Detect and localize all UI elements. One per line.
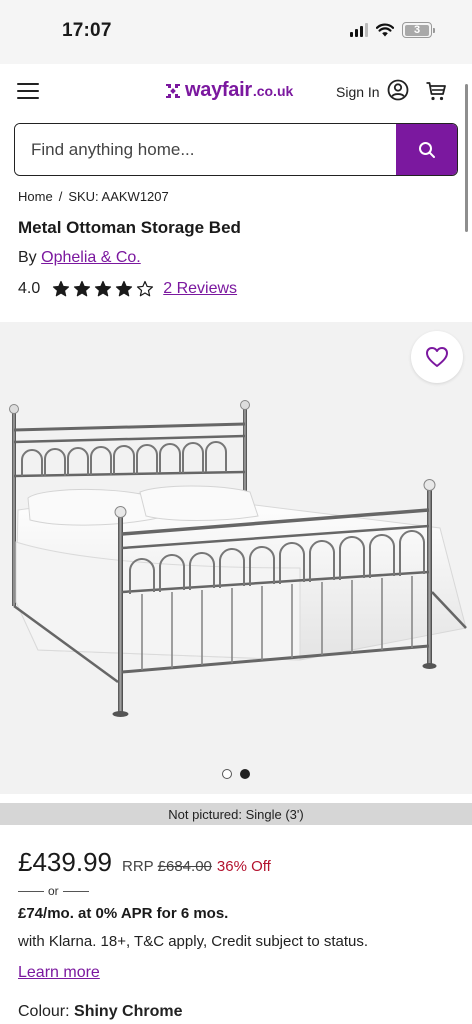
account-icon[interactable] xyxy=(387,79,409,101)
rrp-price: £684.00 xyxy=(157,858,212,875)
price-row: £439.99 RRP £684.00 36% Off xyxy=(18,847,271,878)
battery-icon: 3 xyxy=(402,22,435,38)
star-filled-icon xyxy=(116,280,133,297)
brand-link[interactable]: Ophelia & Co. xyxy=(41,249,141,266)
learn-more-link[interactable]: Learn more xyxy=(18,964,100,982)
cart-icon[interactable] xyxy=(425,80,447,102)
colour-row: Colour: Shiny Chrome xyxy=(18,1003,183,1021)
gallery-dot[interactable] xyxy=(222,769,232,779)
heart-icon xyxy=(426,347,448,367)
breadcrumb-home[interactable]: Home xyxy=(18,189,53,204)
brand-prefix: By xyxy=(18,249,37,266)
sale-price: £439.99 xyxy=(18,847,112,877)
product-title: Metal Ottoman Storage Bed xyxy=(18,218,241,237)
colour-value: Shiny Chrome xyxy=(74,1003,183,1020)
gallery-dot-active[interactable] xyxy=(240,769,250,779)
finance-detail: with Klarna. 18+, T&C apply, Credit subj… xyxy=(18,933,369,950)
wayfair-logo[interactable]: wayfair .co.uk xyxy=(164,79,293,102)
star-filled-icon xyxy=(74,280,91,297)
not-pictured-banner: Not pictured: Single (3') xyxy=(0,803,472,825)
breadcrumb-separator: / xyxy=(58,189,63,204)
brand-line: By Ophelia & Co. xyxy=(18,249,141,267)
page-scrollbar[interactable] xyxy=(465,84,468,232)
reviews-link[interactable]: 2 Reviews xyxy=(163,280,237,298)
breadcrumb: Home / SKU: AAKW1207 xyxy=(18,189,169,204)
or-divider: or xyxy=(18,884,89,898)
or-label: or xyxy=(48,884,59,898)
rating-row: 4.0 2 Reviews xyxy=(18,280,237,298)
rrp-label: RRP xyxy=(121,858,154,875)
logo-text: wayfair xyxy=(185,79,252,101)
status-icons: 3 xyxy=(350,22,435,38)
site-header: wayfair .co.uk Sign In xyxy=(0,64,472,118)
wifi-icon xyxy=(376,23,394,37)
gallery-pagination xyxy=(222,769,250,779)
search-input[interactable] xyxy=(15,124,396,175)
star-filled-icon xyxy=(95,280,112,297)
battery-level: 3 xyxy=(413,24,421,36)
sign-in-link[interactable]: Sign In xyxy=(336,84,380,100)
wishlist-button[interactable] xyxy=(411,331,463,383)
rating-value: 4.0 xyxy=(18,280,41,297)
rating-stars[interactable] xyxy=(52,280,154,298)
star-filled-icon xyxy=(53,280,70,297)
status-bar: 17:07 3 xyxy=(0,0,472,64)
signal-icon xyxy=(350,23,368,37)
logo-tld: .co.uk xyxy=(252,82,294,99)
status-time: 17:07 xyxy=(62,20,112,41)
discount-badge: 36% Off xyxy=(216,858,271,875)
colour-label: Colour: xyxy=(18,1003,70,1020)
search-button[interactable] xyxy=(396,124,457,175)
search-icon xyxy=(418,141,435,158)
star-empty-icon xyxy=(137,280,154,297)
search-bar xyxy=(14,123,458,176)
product-image xyxy=(9,400,467,717)
menu-icon[interactable] xyxy=(17,83,39,99)
breadcrumb-sku: SKU: AAKW1207 xyxy=(68,189,169,204)
finance-headline: £74/mo. at 0% APR for 6 mos. xyxy=(18,905,229,922)
logo-mark-icon xyxy=(166,83,180,98)
